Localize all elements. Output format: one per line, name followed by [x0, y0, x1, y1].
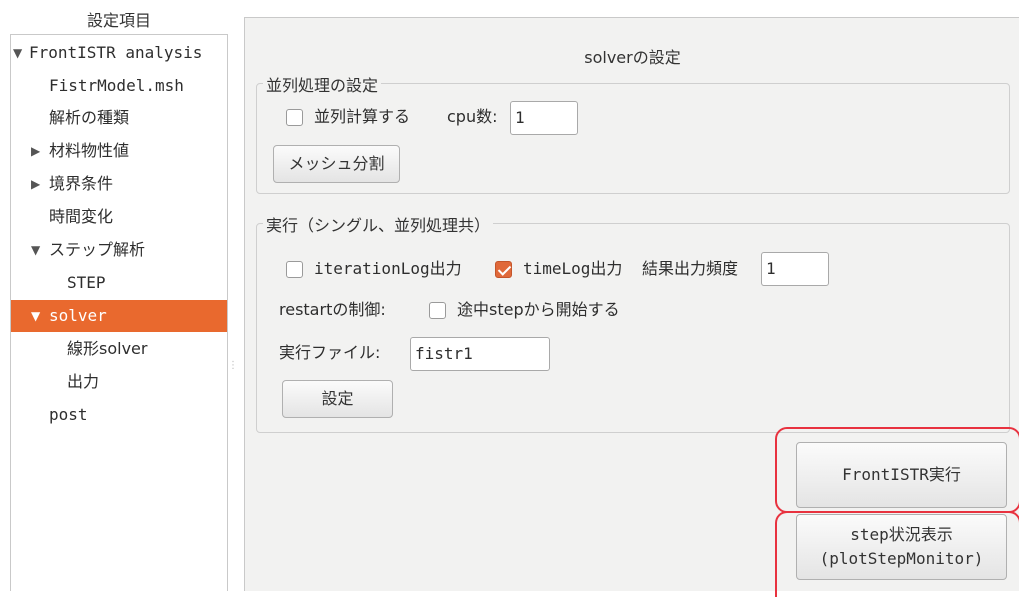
tree-item-label: ステップ解析 [49, 240, 146, 259]
tree-item-label: post [49, 405, 88, 424]
tree-item-label: FistrModel.msh [49, 76, 184, 95]
tree-item-linear-solver[interactable]: 線形solver [11, 333, 227, 365]
tree-item-label: STEP [67, 273, 106, 292]
time-log-checkbox[interactable] [495, 261, 512, 278]
expand-arrow-icon[interactable]: ▼ [31, 300, 40, 332]
tree-item-label: 出力 [67, 372, 100, 391]
time-log-label[interactable]: timeLog出力 [523, 258, 622, 280]
mesh-split-button[interactable]: メッシュ分割 [273, 145, 400, 183]
parallel-checkbox[interactable] [286, 109, 303, 126]
tree-item-step-analysis[interactable]: ▼ ステップ解析 [11, 234, 227, 266]
restart-checkbox[interactable] [429, 302, 446, 319]
parallel-checkbox-label[interactable]: 並列計算する [314, 106, 410, 128]
execution-settings-group: 実行（シングル、並列処理共） iterationLog出力 timeLog出力 … [256, 212, 1010, 433]
tree-item-label: 解析の種類 [49, 108, 130, 127]
tree-item-label: solver [49, 306, 107, 325]
settings-tree[interactable]: ▼ FrontISTR analysis FistrModel.msh 解析の種… [10, 34, 228, 591]
tree-item-fistr-model[interactable]: FistrModel.msh [11, 70, 227, 102]
highlight-frame [775, 511, 1019, 597]
exec-file-input[interactable]: fistr1 [410, 337, 550, 371]
iteration-log-checkbox[interactable] [286, 261, 303, 278]
expand-arrow-icon[interactable]: ▶ [31, 168, 40, 200]
result-frequency-input[interactable]: 1 [761, 252, 829, 286]
tree-item-label: 材料物性値 [49, 141, 130, 160]
page-title: solverの設定 [584, 48, 681, 67]
restart-control-label: restartの制御: [279, 300, 386, 319]
tree-item-analysis-type[interactable]: 解析の種類 [11, 102, 227, 134]
tree-item-post[interactable]: post [11, 399, 227, 431]
tree-item-label: 境界条件 [49, 174, 114, 193]
tree-item-step[interactable]: STEP [11, 267, 227, 299]
tree-header: 設定項目 [86, 11, 151, 30]
tree-item-label: 時間変化 [49, 207, 114, 226]
set-button[interactable]: 設定 [282, 380, 393, 418]
expand-arrow-icon[interactable]: ▼ [13, 37, 22, 69]
cpu-count-label: cpu数: [447, 107, 498, 126]
tree-item-boundary[interactable]: ▶ 境界条件 [11, 168, 227, 200]
tree-item-label: 線形solver [67, 339, 148, 358]
expand-arrow-icon[interactable]: ▶ [31, 135, 40, 167]
tree-item-material[interactable]: ▶ 材料物性値 [11, 135, 227, 167]
panel-splitter-handle[interactable]: ⋮ [228, 360, 238, 380]
result-frequency-label: 結果出力頻度 [642, 259, 739, 278]
group-title: 実行（シングル、並列処理共） [263, 212, 494, 236]
tree-item-frontistr-analysis[interactable]: ▼ FrontISTR analysis [11, 37, 227, 69]
group-title: 並列処理の設定 [263, 72, 382, 96]
tree-item-label: FrontISTR analysis [29, 43, 203, 62]
cpu-count-input[interactable]: 1 [510, 101, 578, 135]
parallel-settings-group: 並列処理の設定 並列計算する cpu数: 1 メッシュ分割 [256, 72, 1010, 194]
tree-item-output[interactable]: 出力 [11, 366, 227, 398]
iteration-log-label[interactable]: iterationLog出力 [314, 258, 462, 280]
solver-settings-panel: solverの設定 並列処理の設定 並列計算する cpu数: 1 メッシュ分割 … [244, 17, 1019, 597]
restart-checkbox-label[interactable]: 途中stepから開始する [457, 299, 620, 321]
exec-file-label: 実行ファイル: [279, 343, 381, 362]
expand-arrow-icon[interactable]: ▼ [31, 234, 40, 266]
tree-item-time-change[interactable]: 時間変化 [11, 201, 227, 233]
highlight-frame [775, 427, 1019, 513]
tree-item-solver[interactable]: ▼ solver [11, 300, 227, 332]
